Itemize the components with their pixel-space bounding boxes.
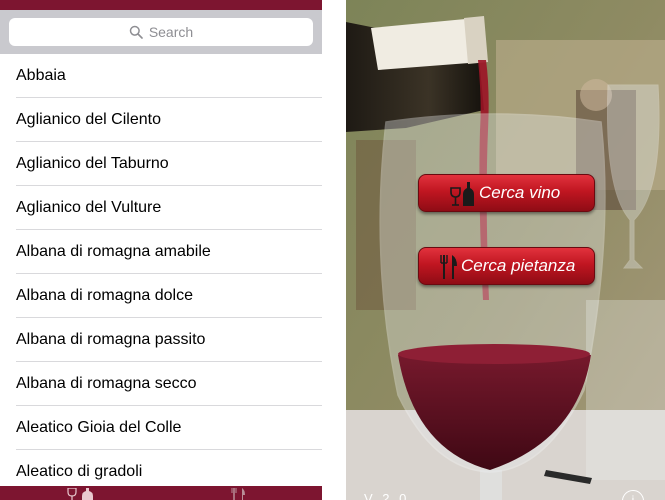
wine-list: Abbaia Aglianico del Cilento Aglianico d… <box>0 54 322 486</box>
search-dish-label: Cerca pietanza <box>461 256 576 275</box>
list-item[interactable]: Albana di romagna passito <box>0 318 322 362</box>
search-bar: Search <box>0 10 322 54</box>
search-wine-label: Cerca vino <box>479 183 561 202</box>
list-item[interactable]: Aglianico del Taburno <box>0 142 322 186</box>
list-item[interactable]: Aleatico di gradoli <box>0 450 322 486</box>
tab-wine-icon[interactable] <box>66 488 96 500</box>
list-item[interactable]: Aleatico Gioia del Colle <box>0 406 322 450</box>
search-wine-button[interactable]: Cerca vino <box>418 174 595 212</box>
search-input[interactable]: Search <box>9 18 313 46</box>
search-icon <box>129 25 143 39</box>
list-item[interactable]: Albana di romagna secco <box>0 362 322 406</box>
screen-divider <box>322 0 346 500</box>
list-item[interactable]: Albana di romagna amabile <box>0 230 322 274</box>
wine-glass-bottle-icon <box>450 182 474 206</box>
top-bar <box>0 0 322 10</box>
list-item[interactable]: Abbaia <box>0 54 322 98</box>
search-placeholder: Search <box>148 24 194 40</box>
home-screen: Cerca vino Cerca pietanza V 2.0 i <box>346 0 665 500</box>
wine-list-screen: Search Abbaia Aglianico del Cilento Agli… <box>0 0 322 500</box>
list-item[interactable]: Albana di romagna dolce <box>0 274 322 318</box>
fork-knife-icon <box>440 255 457 279</box>
version-label: V 2.0 <box>364 491 410 500</box>
tab-bar <box>0 486 322 500</box>
list-item[interactable]: Aglianico del Cilento <box>0 98 322 142</box>
search-dish-button[interactable]: Cerca pietanza <box>418 247 595 285</box>
list-item[interactable]: Aglianico del Vulture <box>0 186 322 230</box>
tab-dish-icon[interactable] <box>230 488 248 500</box>
